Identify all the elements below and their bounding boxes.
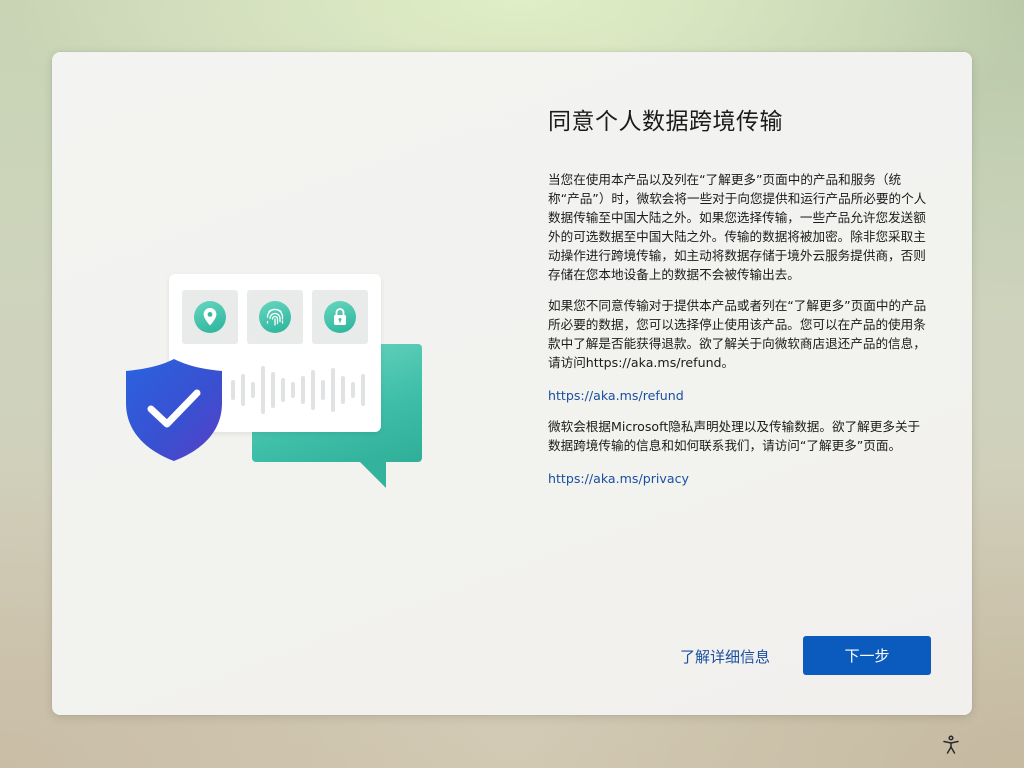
checkmark-shield-icon [126,359,222,461]
fingerprint-icon [266,308,284,326]
refund-link[interactable]: https://aka.ms/refund [548,388,684,403]
page-title: 同意个人数据跨境传输 [548,109,783,135]
consent-paragraph-3: 微软会根据Microsoft隐私声明处理以及传输数据。欲了解更多关于数据跨境传输… [548,419,921,453]
consent-content: 同意个人数据跨境传输 当您在使用本产品以及列在“了解更多”页面中的产品和服务（统… [548,102,938,500]
learn-more-link[interactable]: 了解详细信息 [680,646,770,667]
chat-bubble-tail [356,458,386,488]
consent-paragraph-2: 如果您不同意传输对于提供本产品或者列在“了解更多”页面中的产品所必要的数据，您可… [548,298,927,370]
privacy-illustration [122,272,432,492]
consent-paragraph-1: 当您在使用本产品以及列在“了解更多”页面中的产品和服务（统称“产品”）时，微软会… [548,172,927,282]
privacy-link[interactable]: https://aka.ms/privacy [548,471,689,486]
fingerprint-tile [247,290,303,344]
location-tile [182,290,238,344]
location-pin-icon [203,308,217,326]
sound-wave-icon [231,366,365,414]
consent-dialog: 同意个人数据跨境传输 当您在使用本产品以及列在“了解更多”页面中的产品和服务（统… [52,52,972,715]
next-button[interactable]: 下一步 [803,636,931,675]
lock-tile [312,290,368,344]
accessibility-icon[interactable] [940,734,962,756]
padlock-icon [334,308,346,325]
